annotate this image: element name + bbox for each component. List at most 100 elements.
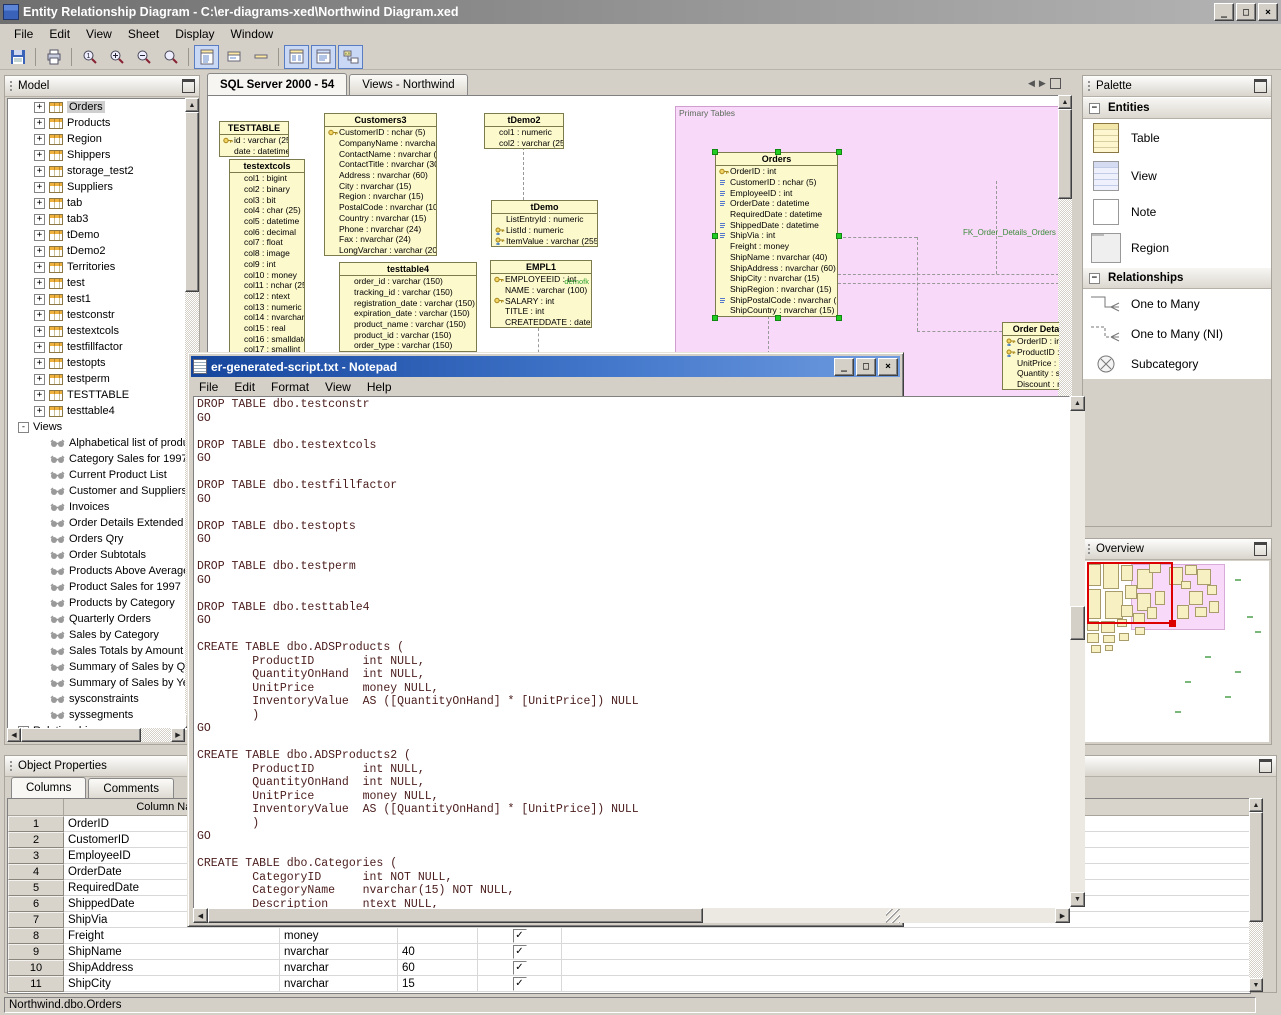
expand-open-icon[interactable]: -	[18, 422, 29, 433]
expand-closed-icon[interactable]: +	[34, 166, 45, 177]
expand-closed-icon[interactable]: +	[34, 118, 45, 129]
palette-item-table[interactable]: Table	[1083, 119, 1271, 157]
tree-table-territories[interactable]: +Territories	[8, 259, 186, 275]
cell-nullable[interactable]: ✓	[478, 976, 562, 992]
cell-size[interactable]	[398, 928, 478, 944]
palette-item-view[interactable]: View	[1083, 157, 1271, 195]
nullable-checkbox[interactable]: ✓	[513, 977, 527, 991]
palette-item-one-to-many[interactable]: One to Many	[1083, 289, 1271, 319]
tree-table-testfillfactor[interactable]: +testfillfactor	[8, 339, 186, 355]
entity-full-view-button[interactable]	[194, 45, 219, 69]
menu-view[interactable]: View	[78, 25, 120, 43]
tree-view-category-sales-for-1997[interactable]: Category Sales for 1997	[8, 451, 186, 467]
tab-views-northwind[interactable]: Views - Northwind	[349, 74, 467, 95]
tab-sql-server-2000-54[interactable]: SQL Server 2000 - 54	[207, 73, 347, 95]
entity-customers3[interactable]: Customers3CustomerID : nchar (5)CompanyN…	[324, 113, 437, 256]
panel-grip[interactable]	[1087, 80, 1091, 92]
notepad-maximize-button[interactable]: □	[856, 358, 876, 376]
cell-datatype[interactable]: money	[280, 928, 398, 944]
cell-column-name[interactable]: ShipAddress	[64, 960, 280, 976]
entity-name-view-button[interactable]	[248, 45, 273, 69]
float-panel-icon[interactable]	[1254, 79, 1267, 93]
cell-nullable[interactable]: ✓	[478, 960, 562, 976]
nullable-checkbox[interactable]: ✓	[513, 945, 527, 959]
menu-sheet[interactable]: Sheet	[120, 25, 167, 43]
cell-size[interactable]: 40	[398, 944, 478, 960]
tree-table-tdemo[interactable]: +tDemo	[8, 227, 186, 243]
show-datatypes-button[interactable]	[311, 45, 336, 69]
cell-datatype[interactable]: nvarchar	[280, 944, 398, 960]
tree-table-tab[interactable]: +tab	[8, 195, 186, 211]
tree-view-syssegments[interactable]: syssegments	[8, 707, 186, 723]
grid-row-10[interactable]: 10ShipAddressnvarchar60✓	[8, 960, 1250, 976]
tree-view-orders-qry[interactable]: Orders Qry	[8, 531, 186, 547]
notepad-menu-file[interactable]: File	[191, 378, 226, 396]
expand-closed-icon[interactable]: +	[34, 230, 45, 241]
tree-table-shippers[interactable]: +Shippers	[8, 147, 186, 163]
panel-grip[interactable]	[1087, 543, 1091, 555]
properties-tab-columns[interactable]: Columns	[11, 777, 86, 798]
tree-view-order-details-extended[interactable]: Order Details Extended	[8, 515, 186, 531]
palette-item-region[interactable]: Region	[1083, 229, 1271, 267]
maximize-button[interactable]: □	[1236, 3, 1256, 21]
notepad-vscrollbar[interactable]: ▲ ▼	[1070, 396, 1085, 907]
tree-view-order-subtotals[interactable]: Order Subtotals	[8, 547, 186, 563]
cell-column-name[interactable]: ShipName	[64, 944, 280, 960]
panel-grip[interactable]	[9, 760, 13, 772]
overview-thumbnail[interactable]	[1085, 561, 1269, 742]
menu-window[interactable]: Window	[223, 25, 282, 43]
print-button[interactable]	[41, 45, 66, 69]
expand-closed-icon[interactable]: +	[34, 214, 45, 225]
expand-closed-icon[interactable]: +	[34, 182, 45, 193]
zoom-100-button[interactable]: 1	[77, 45, 102, 69]
tab-list-icon[interactable]	[1050, 78, 1061, 89]
palette-item-subcategory[interactable]: Subcategory	[1083, 349, 1271, 379]
expand-closed-icon[interactable]: +	[34, 310, 45, 321]
entity-testtable4[interactable]: testtable4order_id : varchar (150)tracki…	[339, 262, 477, 352]
expand-closed-icon[interactable]: +	[34, 134, 45, 145]
notepad-menu-edit[interactable]: Edit	[226, 378, 263, 396]
expand-closed-icon[interactable]: +	[34, 278, 45, 289]
expand-closed-icon[interactable]: +	[34, 262, 45, 273]
tree-view-sales-by-category[interactable]: Sales by Category	[8, 627, 186, 643]
show-columns-button[interactable]	[284, 45, 309, 69]
collapse-icon[interactable]: −	[1089, 103, 1100, 114]
tab-scroll-right-icon[interactable]: ▶	[1039, 78, 1046, 89]
zoom-tool-button[interactable]	[158, 45, 183, 69]
expand-closed-icon[interactable]: +	[34, 406, 45, 417]
cell-column-name[interactable]: ShipCity	[64, 976, 280, 992]
tree-table-testopts[interactable]: +testopts	[8, 355, 186, 371]
expand-closed-icon[interactable]: +	[34, 150, 45, 161]
palette-section-relationships[interactable]: −Relationships	[1083, 267, 1271, 289]
entity-testtable[interactable]: TESTTABLEid : varchar (25)date : datetim…	[219, 121, 289, 157]
selection-handle[interactable]	[712, 315, 718, 321]
tree-view-products-above-average-price[interactable]: Products Above Average Price	[8, 563, 186, 579]
zoom-in-button[interactable]	[104, 45, 129, 69]
selection-handle[interactable]	[836, 315, 842, 321]
collapse-icon[interactable]: −	[1089, 273, 1100, 284]
nullable-checkbox[interactable]: ✓	[513, 961, 527, 975]
entity-empl1[interactable]: EMPL1EMPLOYEEID : intNAME : varchar (100…	[490, 260, 592, 328]
cell-nullable[interactable]: ✓	[478, 944, 562, 960]
notepad-minimize-button[interactable]: _	[834, 358, 854, 376]
notepad-menu-view[interactable]: View	[317, 378, 359, 396]
selection-handle[interactable]	[836, 233, 842, 239]
expand-closed-icon[interactable]: +	[34, 342, 45, 353]
save-button[interactable]	[5, 45, 30, 69]
notepad-textarea[interactable]: DROP TABLE dbo.testconstr GO DROP TABLE …	[193, 396, 1070, 909]
menu-file[interactable]: File	[6, 25, 41, 43]
entity-tdemo2[interactable]: tDemo2col1 : numericcol2 : varchar (255)	[484, 113, 564, 149]
tab-scroll-left-icon[interactable]: ◀	[1028, 78, 1035, 89]
overview-panel-header[interactable]: Overview	[1083, 539, 1271, 560]
menu-display[interactable]: Display	[167, 25, 222, 43]
tree-view-product-sales-for-1997[interactable]: Product Sales for 1997	[8, 579, 186, 595]
palette-section-entities[interactable]: −Entities	[1083, 97, 1271, 119]
tree-table-tdemo2[interactable]: +tDemo2	[8, 243, 186, 259]
tree-view-products-by-category[interactable]: Products by Category	[8, 595, 186, 611]
expand-closed-icon[interactable]: +	[34, 198, 45, 209]
tree-view-invoices[interactable]: Invoices	[8, 499, 186, 515]
cell-column-name[interactable]: Freight	[64, 928, 280, 944]
entity-tdemo[interactable]: tDemoListEntryId : numericListId : numer…	[491, 200, 598, 247]
expand-closed-icon[interactable]: +	[34, 294, 45, 305]
zoom-out-button[interactable]	[131, 45, 156, 69]
